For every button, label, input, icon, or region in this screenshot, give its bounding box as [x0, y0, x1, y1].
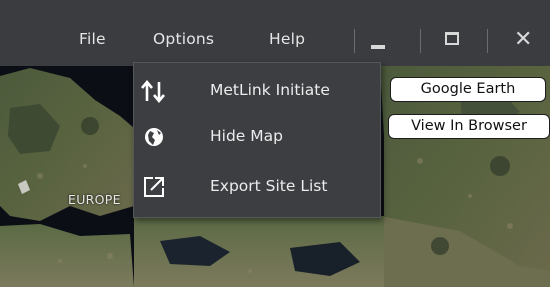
view-in-browser-button[interactable]: View In Browser [388, 114, 550, 139]
up-down-arrows-icon [138, 75, 170, 107]
menu-file[interactable]: File [79, 30, 106, 48]
menu-item-label: Export Site List [210, 177, 328, 195]
menu-item-label: MetLink Initiate [210, 81, 330, 99]
separator [354, 29, 355, 53]
title-bar: File Options Help ✕ [0, 0, 550, 66]
map-region-label: EUROPE [68, 192, 121, 207]
globe-icon [138, 121, 170, 153]
google-earth-button[interactable]: Google Earth [390, 77, 546, 102]
menu-help[interactable]: Help [269, 30, 305, 48]
options-dropdown-menu: MetLink Initiate Hide Map Export Site Li… [133, 62, 381, 218]
minimize-button[interactable] [364, 24, 394, 56]
separator [420, 29, 421, 53]
separator [487, 29, 488, 53]
close-icon: ✕ [514, 27, 533, 52]
maximize-icon [445, 32, 459, 45]
menu-item-label: Hide Map [210, 127, 283, 145]
menu-options[interactable]: Options [153, 30, 214, 48]
maximize-button[interactable] [439, 24, 469, 56]
menu-item-hide-map[interactable]: Hide Map [134, 115, 380, 159]
close-button[interactable]: ✕ [510, 24, 540, 56]
minimize-icon [371, 45, 385, 49]
menu-item-metlink-initiate[interactable]: MetLink Initiate [134, 69, 380, 113]
external-link-icon [138, 171, 170, 203]
menu-item-export-site-list[interactable]: Export Site List [134, 165, 380, 209]
